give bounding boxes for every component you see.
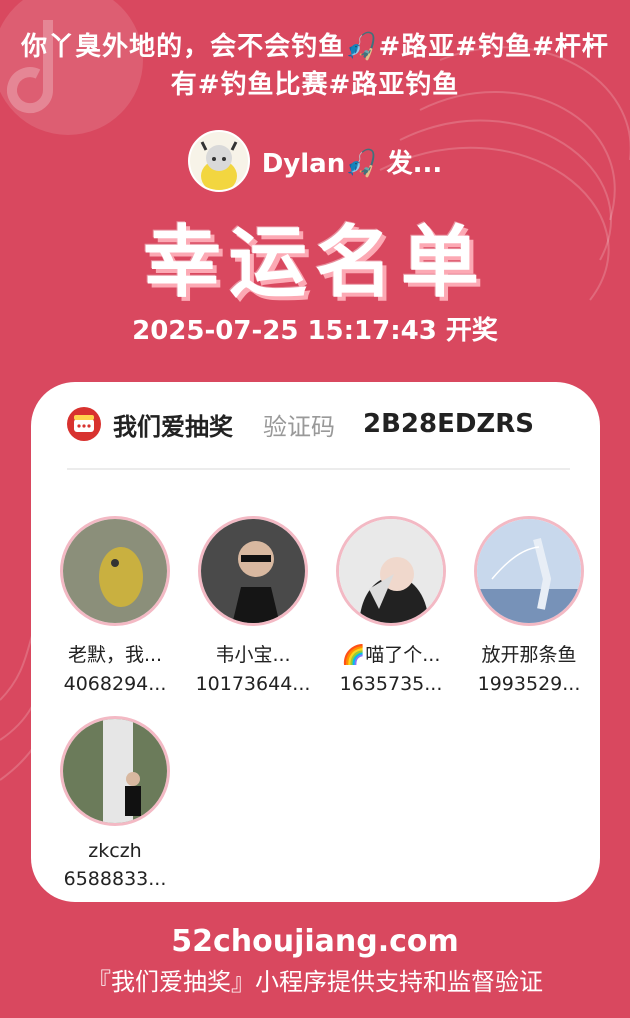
winner-id: 1635735...: [339, 673, 443, 695]
lucky-list-title: 幸运名单: [142, 218, 487, 308]
winner-name: zkczh: [88, 840, 142, 862]
winner-item[interactable]: 韦小宝... 10173644...: [183, 516, 323, 695]
winner-card: 我们爱抽奖 验证码 2B28EDZRS 老默，我... 4068294... 韦…: [31, 382, 600, 902]
winner-id: 4068294...: [63, 673, 167, 695]
winner-item[interactable]: 放开那条鱼 1993529...: [459, 516, 599, 695]
winner-id: 6588833...: [63, 868, 167, 890]
host-avatar-image: [189, 132, 248, 190]
winner-avatar: [474, 516, 584, 626]
winner-item[interactable]: 老默，我... 4068294...: [45, 516, 185, 695]
draw-time: 2025-07-25 15:17:43 开奖: [132, 316, 498, 346]
brand-name: 我们爱抽奖: [113, 412, 233, 441]
host-name[interactable]: Dylan🎣 发...: [262, 143, 443, 180]
footer-note: 『我们爱抽奖』小程序提供支持和监督验证: [87, 968, 543, 996]
winner-item[interactable]: 🌈喵了个... 1635735...: [321, 516, 461, 695]
card-header: 我们爱抽奖 验证码 2B28EDZRS: [67, 404, 570, 444]
winner-avatar: [60, 716, 170, 826]
divider: [67, 468, 570, 470]
winner-name: 放开那条鱼: [481, 644, 577, 666]
host-row: Dylan🎣 发...: [0, 130, 630, 192]
verify-code-label: 验证码: [263, 412, 335, 441]
winner-item[interactable]: zkczh 6588833...: [45, 716, 185, 890]
footer-site[interactable]: 52choujiang.com: [0, 924, 630, 959]
gift-chat-icon: [67, 407, 101, 441]
winner-avatar: [198, 516, 308, 626]
winner-id: 10173644...: [195, 673, 311, 695]
winner-name: 老默，我...: [67, 644, 163, 666]
winner-name: 🌈喵了个...: [341, 644, 441, 666]
winner-name: 韦小宝...: [215, 644, 291, 666]
verify-code-value[interactable]: 2B28EDZRS: [363, 409, 534, 439]
host-avatar[interactable]: [187, 130, 250, 192]
winner-id: 1993529...: [477, 673, 581, 695]
post-title: 你丫臭外地的，会不会钓鱼🎣#路亚#钓鱼#杆杆有#钓鱼比赛#路亚钓鱼: [21, 32, 609, 100]
winner-avatar: [336, 516, 446, 626]
winner-avatar: [60, 516, 170, 626]
